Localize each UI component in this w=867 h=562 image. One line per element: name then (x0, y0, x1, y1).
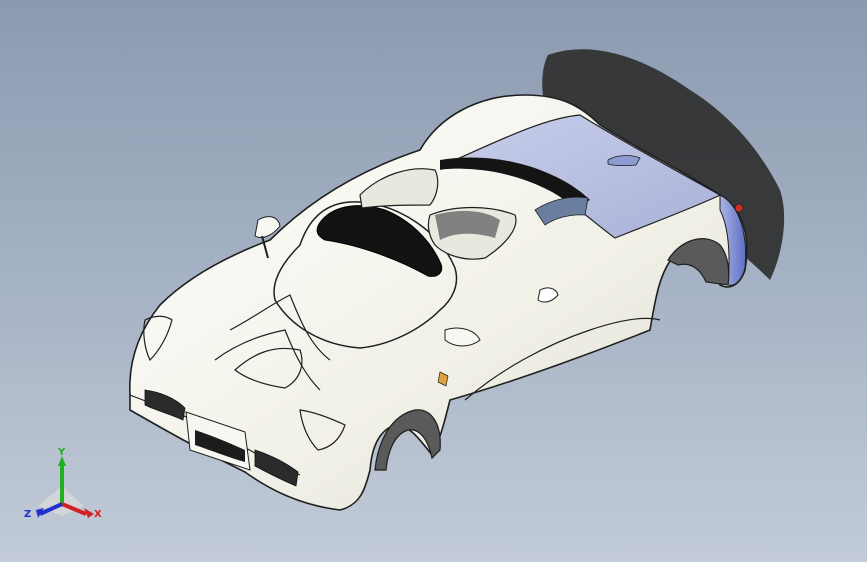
triad-y-label: Y (57, 447, 66, 458)
cad-graphics-viewport[interactable]: Y X Z (0, 0, 867, 562)
triad-z-label: Z (24, 509, 31, 520)
rear-light-left (734, 203, 744, 213)
car-body-model[interactable] (0, 0, 867, 562)
triad-x-label: X (94, 509, 102, 520)
view-orientation-triad: Y X Z (22, 444, 106, 524)
